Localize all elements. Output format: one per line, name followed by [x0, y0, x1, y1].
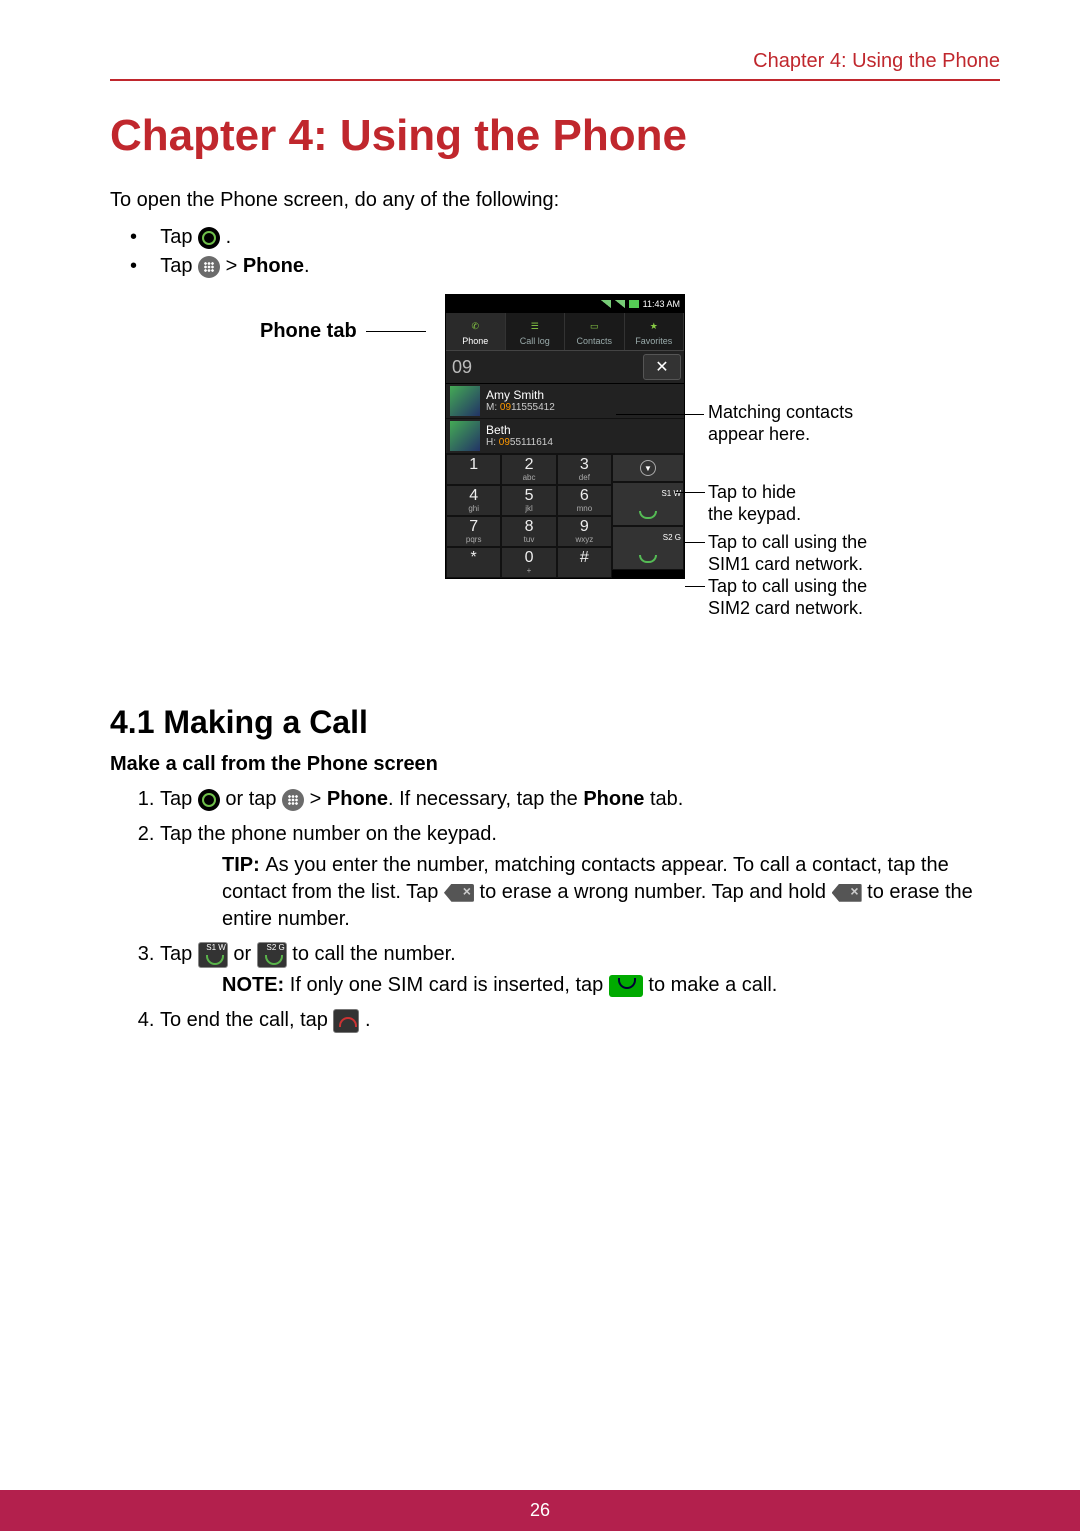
open-phone-bullets: Tap . Tap > Phone. [130, 226, 1000, 278]
key-9[interactable]: 9wxyz [557, 516, 612, 547]
phone-label-bold: Phone [243, 255, 304, 277]
key-1[interactable]: 1 [446, 454, 501, 485]
key-8[interactable]: 8tuv [501, 516, 556, 547]
calllog-icon: ☰ [506, 317, 565, 335]
callout-matching: Matching contactsappear here. [708, 402, 853, 445]
tab-contacts[interactable]: ▭ Contacts [565, 313, 625, 350]
phone-tab-label: Phone tab [260, 320, 426, 343]
contact1-name: Amy Smith [486, 388, 555, 402]
avatar-icon [450, 386, 480, 416]
key-5[interactable]: 5jkl [501, 485, 556, 516]
apps-icon [282, 789, 304, 811]
phone-icon [198, 789, 220, 811]
sim2-call-icon: S2 G [257, 942, 287, 968]
page-header: Chapter 4: Using the Phone [110, 50, 1000, 81]
key-star[interactable]: * [446, 547, 501, 578]
contact2-name: Beth [486, 423, 553, 437]
chapter-title: Chapter 4: Using the Phone [110, 111, 1000, 161]
callout-sim2: Tap to call using theSIM2 card network. [708, 576, 867, 619]
erase-icon [444, 884, 474, 902]
step-4: To end the call, tap . [160, 1007, 1000, 1034]
key-7[interactable]: 7pqrs [446, 516, 501, 547]
callout-hide: Tap to hidethe keypad. [708, 482, 801, 525]
step-2: Tap the phone number on the keypad. TIP:… [160, 821, 1000, 933]
tab-phone[interactable]: ✆ Phone [446, 313, 506, 350]
key-4[interactable]: 4ghi [446, 485, 501, 516]
signal-icon-2 [615, 300, 625, 308]
battery-icon [629, 300, 639, 308]
note-block: NOTE: If only one SIM card is inserted, … [222, 972, 1000, 999]
page-footer: 26 [0, 1490, 1080, 1531]
sim1-call-icon: S1 W [198, 942, 228, 968]
clear-button[interactable]: ✕ [643, 354, 681, 380]
contact-row-2[interactable]: Beth H: 0955111614 [446, 419, 684, 454]
call-icon [639, 555, 657, 563]
tab-call-log[interactable]: ☰ Call log [506, 313, 566, 350]
call-sim2-button[interactable]: S2 G [612, 526, 684, 570]
apps-icon [198, 256, 220, 278]
step-3: Tap S1 W or S2 G to call the number. NOT… [160, 941, 1000, 999]
tab-favorites[interactable]: ★ Favorites [625, 313, 685, 350]
key-hash[interactable]: # [557, 547, 612, 578]
page-number: 26 [530, 1500, 550, 1520]
avatar-icon [450, 421, 480, 451]
favorites-icon: ★ [625, 317, 684, 335]
contact1-number: M: 0911555412 [486, 402, 555, 414]
phone-device: 11:43 AM ✆ Phone ☰ Call log ▭ Contacts ★… [445, 294, 685, 579]
signal-icon [601, 300, 611, 308]
call-icon [639, 511, 657, 519]
end-call-icon [333, 1009, 359, 1033]
erase-icon [832, 884, 862, 902]
steps-list: Tap or tap > Phone. If necessary, tap th… [160, 786, 1000, 1034]
keypad-area: 1 2abc 3def 4ghi 5jkl 6mno 7pqrs 8tuv 9w… [446, 454, 684, 578]
entered-number[interactable]: 09 [446, 353, 640, 382]
phone-tabs: ✆ Phone ☰ Call log ▭ Contacts ★ Favorite… [446, 313, 684, 350]
contacts-icon: ▭ [565, 317, 624, 335]
status-time: 11:43 AM [643, 299, 680, 309]
key-6[interactable]: 6mno [557, 485, 612, 516]
tip-block: TIP: As you enter the number, matching c… [222, 852, 1000, 933]
number-field-row: 09 ✕ [446, 350, 684, 384]
key-0[interactable]: 0+ [501, 547, 556, 578]
bullet-tap-phone-icon: Tap . [130, 226, 1000, 249]
device-illustration-area: Phone tab 11:43 AM ✆ Phone ☰ Call log [110, 294, 1000, 674]
bullet-tap-apps-phone: Tap > Phone. [130, 255, 1000, 278]
subtitle-make-call: Make a call from the Phone screen [110, 753, 1000, 776]
call-sim1-button[interactable]: S1 W [612, 482, 684, 526]
section-making-a-call: 4.1 Making a Call [110, 704, 1000, 741]
status-bar: 11:43 AM [446, 295, 684, 313]
hide-keypad-button[interactable]: ▼ [612, 454, 684, 482]
key-3[interactable]: 3def [557, 454, 612, 485]
generic-call-icon [609, 975, 643, 997]
phone-icon [198, 227, 220, 249]
intro-text: To open the Phone screen, do any of the … [110, 189, 1000, 212]
callout-sim1: Tap to call using theSIM1 card network. [708, 532, 867, 575]
key-2[interactable]: 2abc [501, 454, 556, 485]
phone-tab-icon: ✆ [446, 317, 505, 335]
header-text: Chapter 4: Using the Phone [753, 50, 1000, 72]
contact2-number: H: 0955111614 [486, 437, 553, 449]
chevron-down-icon: ▼ [640, 460, 656, 476]
step-1: Tap or tap > Phone. If necessary, tap th… [160, 786, 1000, 813]
